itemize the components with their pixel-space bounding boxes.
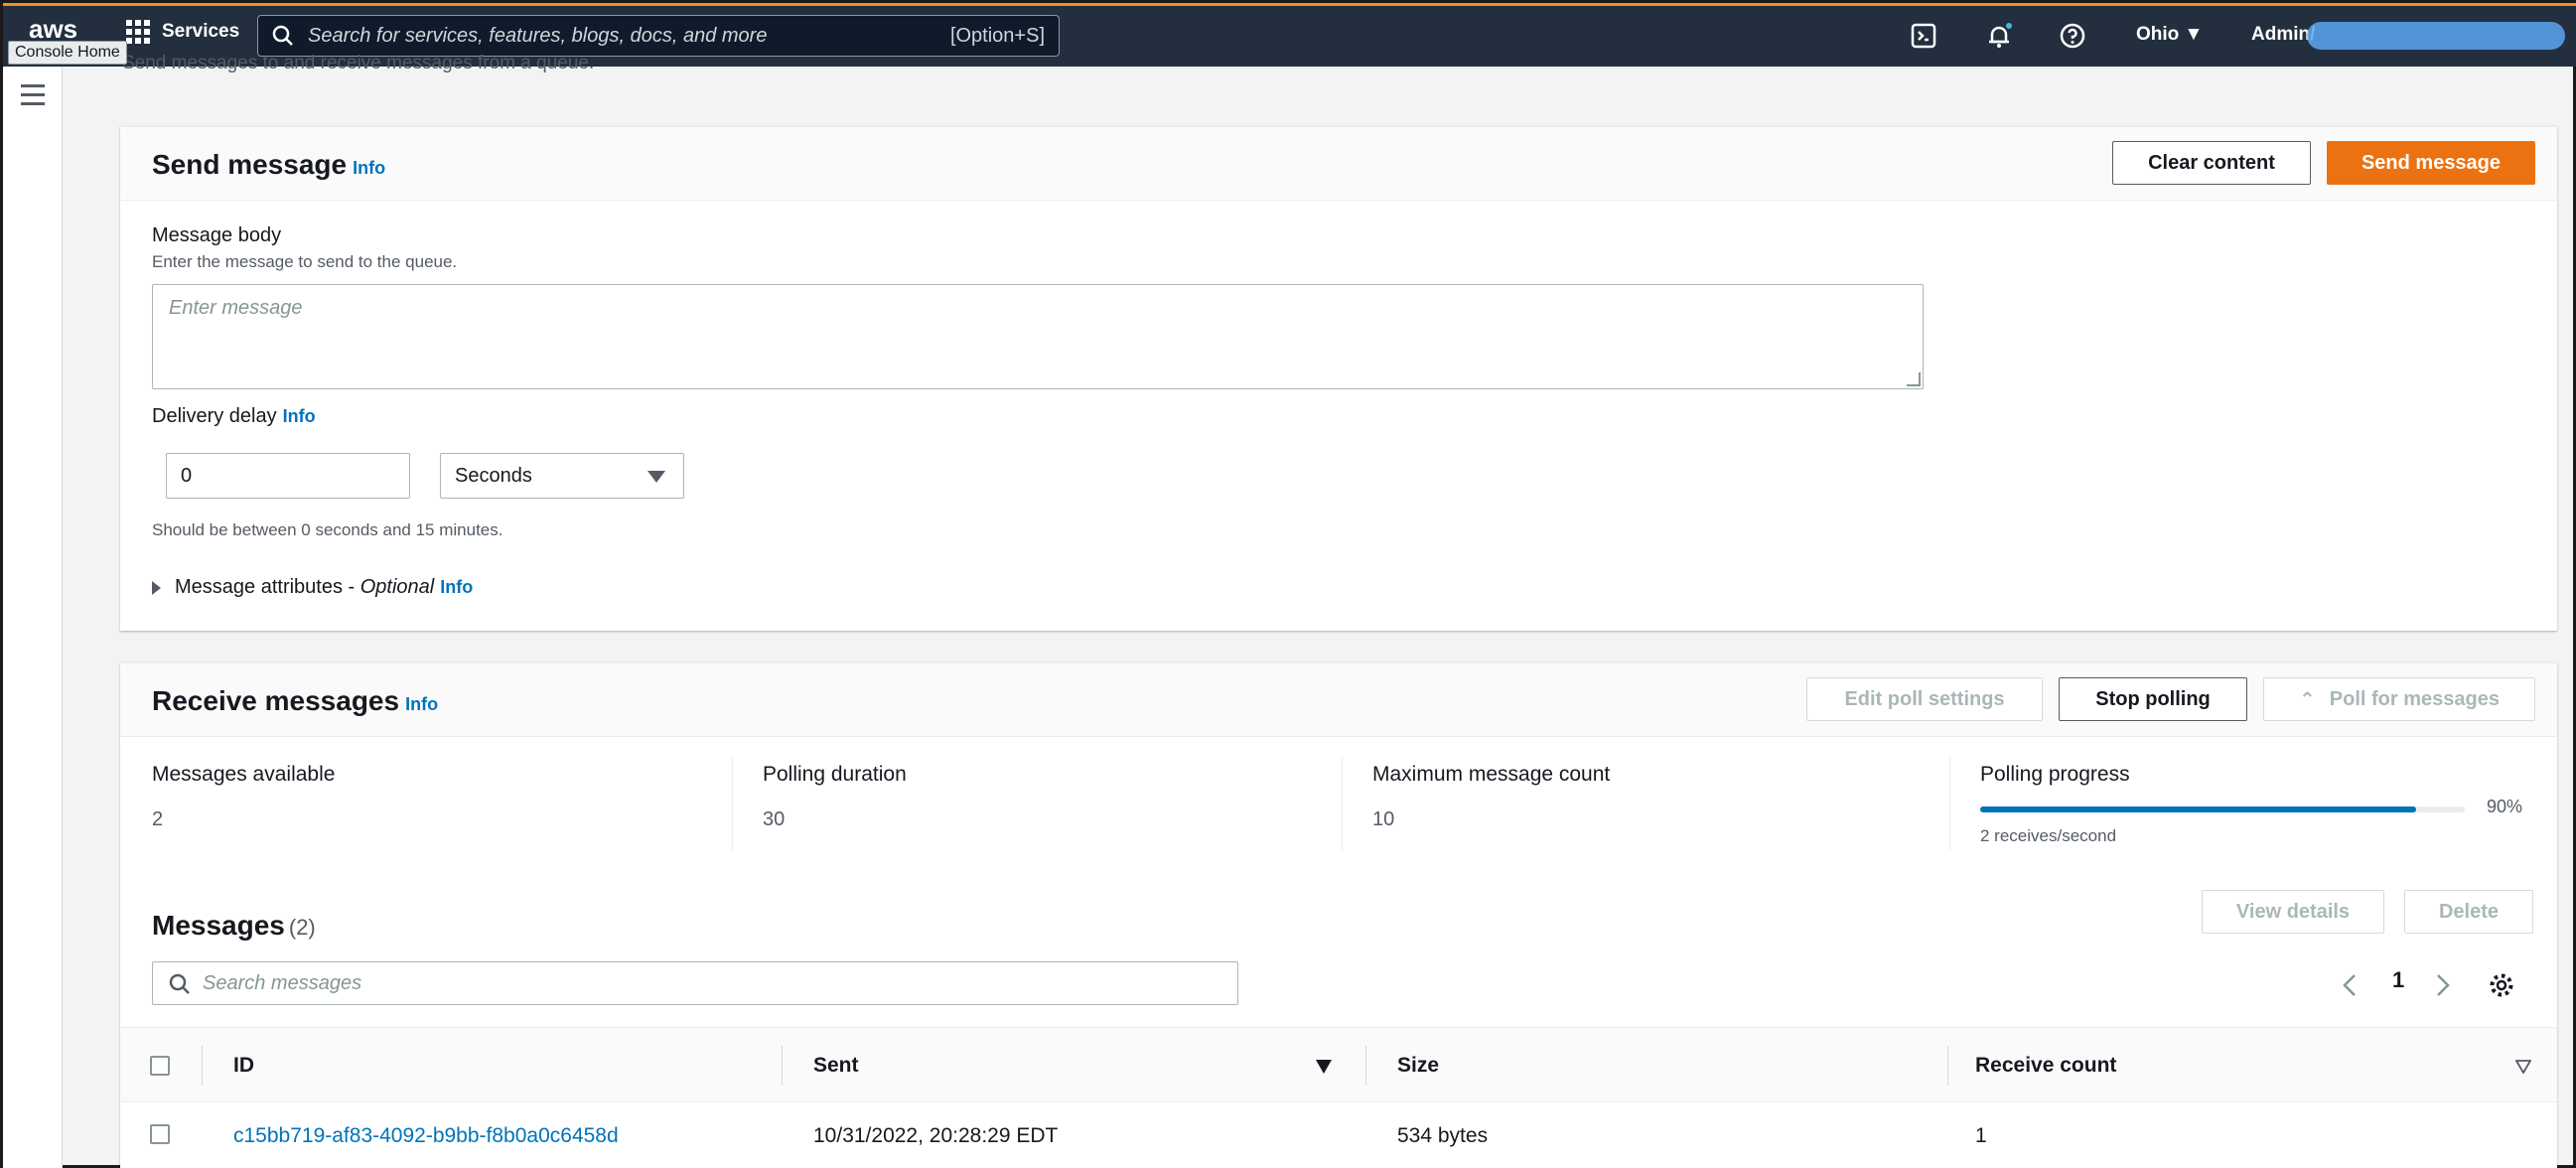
polling-progress-fill (1980, 806, 2417, 812)
stop-polling-button[interactable]: Stop polling (2059, 677, 2247, 721)
search-placeholder: Search for services, features, blogs, do… (308, 24, 768, 47)
page-description: Send messages to and receive messages fr… (122, 53, 595, 73)
messages-available-label: Messages available (152, 763, 336, 786)
delivery-delay-unit-value: Seconds (455, 464, 532, 487)
delivery-delay-input[interactable]: 0 (166, 453, 410, 499)
help-icon[interactable] (2059, 22, 2086, 50)
column-header-size[interactable]: Size (1397, 1054, 1439, 1078)
receive-messages-title: Receive messages Info (152, 685, 439, 716)
caret-down-icon (647, 471, 665, 483)
messages-title: Messages (2) (152, 910, 316, 941)
poll-for-messages-button[interactable]: ⌃ Poll for messages (2263, 677, 2535, 721)
message-receive-count: 1 (1975, 1124, 1987, 1147)
send-message-button[interactable]: Send message (2327, 141, 2535, 185)
column-header-receive-count[interactable]: Receive count (1975, 1054, 2116, 1078)
polling-duration-value: 30 (763, 808, 786, 830)
edit-poll-settings-button[interactable]: Edit poll settings (1806, 677, 2043, 721)
search-icon (169, 973, 190, 994)
message-attributes-toggle[interactable]: Message attributes - Optional Info (152, 576, 473, 599)
clear-content-button[interactable]: Clear content (2112, 141, 2311, 185)
message-attributes-info-link[interactable]: Info (440, 577, 473, 597)
grid-icon (126, 20, 150, 44)
sort-icon[interactable] (2515, 1060, 2531, 1074)
region-selector[interactable]: Ohio ▼ (2136, 24, 2203, 46)
menu-icon[interactable] (21, 84, 45, 111)
side-navigation (3, 67, 63, 1168)
maximum-message-count-value: 10 (1372, 808, 1395, 830)
settings-gear-icon[interactable] (2488, 971, 2515, 999)
maximum-message-count-label: Maximum message count (1372, 763, 1611, 786)
console-home-tooltip: Console Home (8, 41, 127, 65)
message-body-label: Message body (152, 224, 282, 246)
receive-messages-panel: Receive messages Info Edit poll settings … (120, 662, 2557, 1168)
message-sent: 10/31/2022, 20:28:29 EDT (813, 1124, 1059, 1147)
polling-progress-stat: Polling progress 90% 2 receives/second (1949, 757, 2525, 850)
notifications-bell-icon[interactable] (1985, 22, 2013, 50)
messages-table-header: ID Sent Size Receive count (120, 1027, 2557, 1102)
row-checkbox[interactable] (150, 1124, 170, 1144)
account-menu[interactable]: Admin/ (2251, 24, 2315, 46)
services-label: Services (162, 21, 240, 42)
messages-available-stat: Messages available 2 (152, 757, 529, 850)
column-header-id[interactable]: ID (233, 1054, 254, 1078)
sort-descending-icon[interactable] (1316, 1060, 1332, 1074)
select-all-checkbox[interactable] (150, 1056, 170, 1076)
global-search-input[interactable]: Search for services, features, blogs, do… (257, 15, 1060, 57)
search-messages-placeholder: Search messages (203, 972, 362, 994)
column-header-sent[interactable]: Sent (813, 1054, 859, 1078)
message-body-hint: Enter the message to send to the queue. (152, 252, 458, 271)
message-body-textarea[interactable]: Enter message (152, 284, 1924, 389)
delivery-delay-info-link[interactable]: Info (283, 406, 316, 426)
redacted-account-name (2307, 22, 2565, 50)
delivery-delay-hint: Should be between 0 seconds and 15 minut… (152, 520, 503, 539)
polling-duration-stat: Polling duration 30 (732, 757, 1109, 850)
message-id-link[interactable]: c15bb719-af83-4092-b9bb-f8b0a0c6458d (233, 1124, 619, 1148)
delivery-delay-unit-select[interactable]: Seconds (440, 453, 684, 499)
send-message-info-link[interactable]: Info (353, 158, 385, 178)
search-messages-input[interactable]: Search messages (152, 961, 1238, 1005)
maximum-message-count-stat: Maximum message count 10 (1342, 757, 1719, 850)
delete-button[interactable]: Delete (2404, 890, 2533, 934)
send-message-panel: Send message Info Clear content Send mess… (120, 126, 2557, 631)
polling-progress-percent: 90% (2487, 797, 2523, 816)
search-icon (272, 25, 293, 46)
table-row[interactable]: c15bb719-af83-4092-b9bb-f8b0a0c6458d 10/… (120, 1102, 2557, 1168)
messages-available-value: 2 (152, 808, 164, 830)
cloudshell-icon[interactable] (1910, 22, 1937, 50)
resize-handle-icon[interactable] (1907, 372, 1921, 386)
delivery-delay-label: Delivery delay Info (152, 405, 316, 427)
receive-messages-info-link[interactable]: Info (405, 694, 438, 714)
messages-count: (2) (288, 915, 316, 940)
polling-duration-label: Polling duration (763, 763, 907, 786)
page-number[interactable]: 1 (2392, 967, 2404, 993)
message-size: 534 bytes (1397, 1124, 1489, 1147)
polling-progress-bar (1980, 806, 2465, 812)
view-details-button[interactable]: View details (2202, 890, 2384, 934)
send-message-title: Send message Info (152, 149, 386, 180)
services-menu-button[interactable]: Services (126, 20, 239, 44)
polling-progress-rate: 2 receives/second (1980, 826, 2117, 845)
chevron-right-icon[interactable] (2434, 971, 2452, 999)
send-message-header: Send message Info Clear content Send mess… (120, 127, 2557, 201)
search-shortcut: [Option+S] (949, 24, 1045, 47)
caret-right-icon (152, 580, 161, 595)
message-body-placeholder: Enter message (169, 297, 303, 319)
receive-messages-header: Receive messages Info Edit poll settings … (120, 663, 2557, 737)
chevron-left-icon[interactable] (2341, 971, 2359, 999)
